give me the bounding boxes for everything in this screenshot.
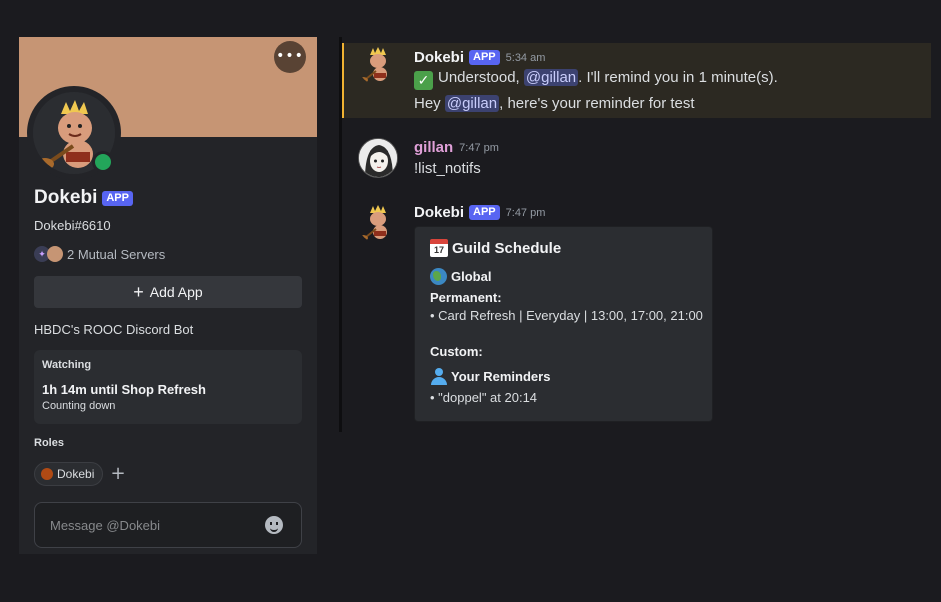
roles-header: Roles: [34, 437, 64, 449]
add-role-button[interactable]: +: [109, 464, 127, 484]
role-name: Dokebi: [57, 467, 95, 481]
message-author[interactable]: gillan 7:47 pm: [414, 139, 499, 156]
timestamp: 5:34 am: [505, 51, 546, 64]
gillan-avatar[interactable]: [358, 138, 398, 178]
text-segment: Understood,: [438, 69, 524, 86]
dokebi-avatar-icon: [358, 47, 387, 84]
dokebi-avatar[interactable]: [358, 45, 398, 85]
reminder-item: • "doppel" at 20:14: [430, 390, 538, 405]
app-badge: APP: [469, 50, 500, 65]
embed-title-text: Guild Schedule: [452, 239, 562, 257]
add-app-label: Add App: [149, 284, 203, 300]
schedule-embed: 17 Guild Schedule Global Permanent: • Ca…: [414, 226, 713, 422]
author-name: Dokebi: [414, 204, 465, 221]
gillan-avatar-icon: [359, 139, 397, 177]
profile-name: Dokebi APP: [34, 187, 133, 209]
message-input-box[interactable]: [34, 502, 302, 548]
author-name: gillan: [414, 139, 454, 156]
activity-subtitle: Counting down: [42, 400, 116, 412]
message-input[interactable]: [50, 517, 250, 533]
custom-label: Custom:: [430, 344, 483, 359]
message-author[interactable]: Dokebi APP 7:47 pm: [414, 204, 545, 221]
role-pill[interactable]: Dokebi: [34, 462, 104, 486]
profile-bio: HBDC's ROOC Discord Bot: [34, 322, 194, 337]
permanent-label: Permanent:: [430, 290, 502, 305]
section-global: Global: [430, 268, 491, 285]
embed-title: 17 Guild Schedule: [430, 239, 561, 257]
message-line: Hey @gillan, here's your reminder for te…: [414, 95, 695, 112]
activity-title: 1h 14m until Shop Refresh: [42, 382, 206, 397]
permanent-item: • Card Refresh | Everyday | 13:00, 17:00…: [430, 308, 703, 323]
section-reminders-text: Your Reminders: [451, 369, 551, 384]
timestamp: 7:47 pm: [459, 141, 499, 154]
app-badge: APP: [102, 190, 133, 206]
profile-name-text: Dokebi: [34, 187, 98, 208]
timestamp: 7:47 pm: [505, 206, 546, 219]
profile-card: ••• Dokebi APP Dokebi#6610 ✦ 2 Mutual Se…: [19, 37, 317, 554]
text-segment: . I'll remind you in 1 minute(s).: [578, 69, 778, 86]
section-global-text: Global: [451, 269, 492, 284]
message-text: !list_notifs: [414, 160, 481, 177]
role-color-icon: [41, 468, 53, 480]
app-badge: APP: [469, 205, 500, 220]
mutual-servers[interactable]: ✦ 2 Mutual Servers: [34, 246, 165, 262]
dokebi-avatar[interactable]: [358, 203, 398, 243]
user-mention[interactable]: @gillan: [444, 95, 500, 112]
message-author[interactable]: Dokebi APP 5:34 am: [414, 49, 545, 66]
text-segment: , here's your reminder for test: [499, 95, 695, 112]
add-app-button[interactable]: + Add App: [34, 276, 302, 308]
mutual-servers-label: 2 Mutual Servers: [67, 246, 166, 262]
emoji-icon[interactable]: [265, 516, 283, 534]
server-icon: [47, 246, 63, 262]
section-reminders: Your Reminders: [430, 368, 550, 385]
check-mark-icon: ✓: [414, 71, 433, 90]
calendar-icon: 17: [430, 239, 448, 257]
activity-card: Watching 1h 14m until Shop Refresh Count…: [34, 350, 302, 424]
plus-icon: +: [133, 282, 144, 302]
profile-tag: Dokebi#6610: [34, 218, 111, 233]
globe-icon: [430, 268, 447, 285]
activity-header: Watching: [42, 359, 92, 371]
online-status-icon: [92, 151, 114, 173]
user-mention[interactable]: @gillan: [523, 69, 579, 86]
user-icon: [430, 368, 447, 385]
message-line: ✓ Understood, @gillan. I'll remind you in…: [414, 69, 778, 90]
author-name: Dokebi: [414, 49, 465, 66]
dokebi-avatar-icon: [358, 205, 387, 242]
more-options-button[interactable]: •••: [274, 41, 306, 73]
text-segment: Hey: [414, 95, 445, 112]
